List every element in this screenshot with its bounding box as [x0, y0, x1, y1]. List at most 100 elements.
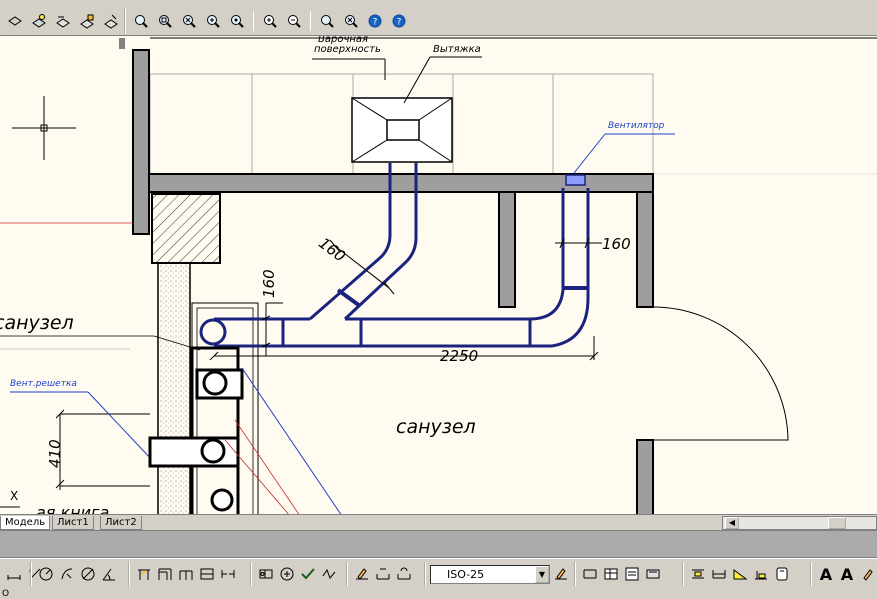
zoom-all-icon[interactable]	[316, 10, 338, 32]
zoom-out-icon[interactable]	[283, 10, 305, 32]
bathroom-label-center: санузел	[396, 416, 476, 438]
dimstyle-manager-icon[interactable]	[551, 564, 571, 584]
dim-style-override-group	[682, 562, 792, 586]
zoom-previous-icon[interactable]	[178, 10, 200, 32]
dim-410: 410	[46, 439, 64, 468]
zoom-realtime-icon[interactable]	[130, 10, 152, 32]
leader-lines	[312, 56, 482, 104]
dim-reassociate-icon[interactable]	[772, 564, 792, 584]
zoom-scale-icon[interactable]	[340, 10, 362, 32]
zoom-in-icon[interactable]	[202, 10, 224, 32]
dimstyle-value: ISO-25	[447, 567, 485, 581]
dim-edit-group	[346, 562, 414, 586]
dim-group-1	[30, 562, 119, 586]
table-style-icon[interactable]	[601, 564, 621, 584]
tab-model[interactable]: Модель	[0, 516, 51, 530]
red-diagonal-1	[234, 419, 300, 514]
svg-text:?: ?	[397, 18, 402, 28]
jogged-dim-icon[interactable]	[57, 564, 77, 584]
blue-diagonal	[241, 367, 342, 514]
fan-leader-d	[573, 133, 606, 174]
dim-160-vertical: 160	[260, 269, 278, 298]
cooking-surface-label-2: поверхность	[314, 44, 381, 55]
dimstyle-group: ISO-25 ▼	[424, 562, 571, 586]
horizontal-scrollbar[interactable]: ◀	[722, 516, 877, 530]
help-what-icon[interactable]: ?	[388, 10, 410, 32]
x-marker-label: X	[10, 489, 19, 503]
vent-grille-label: Вент.решетка	[10, 379, 77, 389]
dim-linear-style-icon[interactable]	[709, 564, 729, 584]
grille-leader-d	[87, 391, 155, 463]
angular-dim-icon[interactable]	[99, 564, 119, 584]
dim-edit-icon[interactable]	[352, 564, 372, 584]
diameter-dim-icon[interactable]	[78, 564, 98, 584]
layer-toolbar-group	[0, 8, 126, 34]
layer-state-icon[interactable]	[100, 10, 122, 32]
hood-label: Вытяжка	[433, 44, 481, 55]
dimstyle-select[interactable]: ISO-25 ▼	[430, 564, 550, 584]
text-group: A A	[810, 562, 877, 586]
hood-symbol	[351, 97, 453, 163]
svg-text:?: ?	[373, 18, 378, 28]
multileader-style-icon[interactable]	[622, 564, 642, 584]
bathroom-label-left: санузел	[0, 312, 74, 334]
layer-lock-icon[interactable]	[76, 10, 98, 32]
dim-ordinate-style-icon[interactable]	[751, 564, 771, 584]
radius-dim-icon[interactable]	[36, 564, 56, 584]
shaft-inner	[196, 307, 254, 514]
text-a-style-icon[interactable]: A	[837, 564, 857, 584]
dim-160-right: 160	[602, 235, 631, 253]
drawing-svg	[0, 37, 877, 514]
scroll-thumb[interactable]	[828, 517, 846, 529]
chevron-down-icon[interactable]: ▼	[535, 565, 549, 583]
plot-style-icon[interactable]	[643, 564, 663, 584]
layout-tabs-row: Модель Лист1 Лист2 ◀	[0, 514, 877, 530]
dimension-lines	[55, 237, 602, 490]
command-prompt-text: О	[2, 589, 10, 599]
text-edit-icon[interactable]	[858, 564, 877, 584]
dim-group-3	[250, 562, 339, 586]
tab-sheet2[interactable]: Лист2	[100, 516, 142, 530]
dim-space-icon[interactable]	[197, 564, 217, 584]
top-toolbar: ? ?	[0, 0, 877, 36]
baseline-dim-icon[interactable]	[155, 564, 175, 584]
quick-dim-icon[interactable]	[134, 564, 154, 584]
dimension-toolbar: ISO-25 ▼ A A	[0, 558, 877, 588]
layer-properties-icon[interactable]	[28, 10, 50, 32]
continue-dim-icon[interactable]	[176, 564, 196, 584]
center-mark-icon[interactable]	[277, 564, 297, 584]
dim-override-icon[interactable]	[688, 564, 708, 584]
door-swing	[652, 306, 789, 441]
separator	[253, 11, 254, 31]
dim-group-2	[128, 562, 238, 586]
scroll-left-icon[interactable]: ◀	[725, 517, 739, 529]
layer-previous-icon[interactable]	[52, 10, 74, 32]
zoom-window-icon[interactable]	[154, 10, 176, 32]
dim-angle-style-icon[interactable]	[730, 564, 750, 584]
fan-label: Вентилятор	[608, 121, 665, 131]
block-wall	[157, 262, 191, 514]
autocad-window: ? ? Варочная поверхность Вытяжка Вентиля…	[0, 0, 877, 599]
zoom-in-plus-icon[interactable]	[259, 10, 281, 32]
text-style-icon[interactable]	[580, 564, 600, 584]
linear-dim-icon[interactable]	[4, 564, 24, 584]
annotation-group	[574, 562, 663, 586]
separator	[310, 11, 311, 31]
column-hatched	[151, 193, 221, 264]
jogged-linear-icon[interactable]	[319, 564, 339, 584]
text-a-icon[interactable]: A	[816, 564, 836, 584]
help-icon[interactable]: ?	[364, 10, 386, 32]
dim-update-icon[interactable]	[394, 564, 414, 584]
layer-icon[interactable]	[4, 10, 26, 32]
drawing-canvas[interactable]: Варочная поверхность Вытяжка Вентилятор …	[0, 36, 877, 514]
tolerance-icon[interactable]	[256, 564, 276, 584]
zoom-toolbar-group: ? ?	[124, 8, 414, 34]
zoom-extents-icon[interactable]	[226, 10, 248, 32]
fan-symbol	[565, 174, 586, 186]
crosshair-cursor	[12, 96, 76, 160]
dim-break-icon[interactable]	[218, 564, 238, 584]
dim-text-edit-icon[interactable]	[373, 564, 393, 584]
tab-sheet1[interactable]: Лист1	[52, 516, 94, 530]
command-area[interactable]	[0, 530, 877, 558]
inspect-icon[interactable]	[298, 564, 318, 584]
